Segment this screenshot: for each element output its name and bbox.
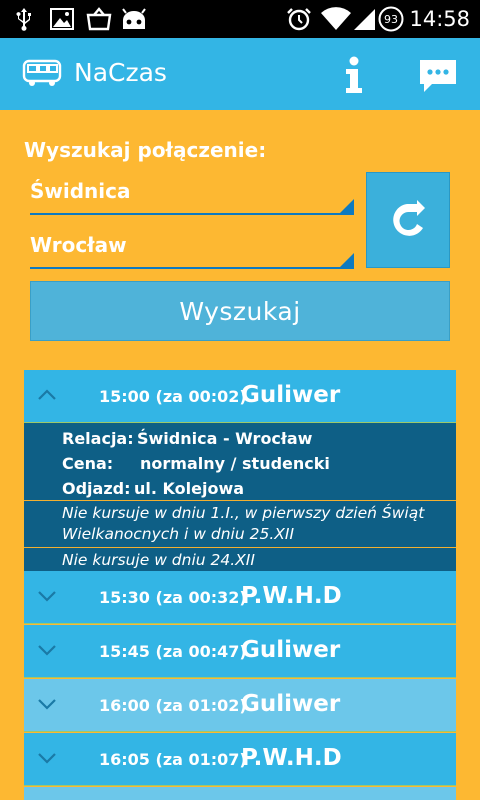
odjazd-label: Odjazd: — [62, 479, 131, 498]
result-details: Relacja: Świdnica - Wrocław Cena: normal… — [24, 423, 456, 571]
details-divider — [24, 547, 456, 548]
carrier-name: P.W.H.D — [241, 745, 342, 771]
from-dropdown-corner — [338, 199, 354, 215]
swap-icon — [387, 198, 429, 242]
usb-icon — [14, 7, 34, 31]
to-value: Wrocław — [30, 233, 127, 257]
relacja-value: Świdnica - Wrocław — [137, 429, 313, 448]
app-title: NaCzas — [74, 58, 167, 87]
chevron-down-icon — [38, 695, 56, 713]
schedule-note: Nie kursuje w dniu 24.XII — [62, 551, 255, 569]
battery-level: 93 — [384, 13, 398, 26]
chevron-down-icon — [38, 749, 56, 767]
to-field[interactable]: Wrocław — [30, 227, 354, 269]
cena-value: normalny / studencki — [140, 454, 330, 473]
action-bar: NaCzas — [0, 38, 480, 110]
to-dropdown-corner — [338, 253, 354, 269]
image-icon — [50, 7, 74, 31]
departure-time: 15:30 (za 00:32) — [99, 588, 247, 607]
result-row[interactable]: 15:30 (za 00:32) P.W.H.D — [24, 571, 456, 624]
from-field[interactable]: Świdnica — [30, 173, 354, 215]
departure-time: 15:45 (za 00:47) — [99, 642, 247, 661]
search-section-label: Wyszukaj połączenie: — [24, 138, 267, 162]
chevron-down-icon — [38, 587, 56, 605]
info-icon[interactable] — [338, 56, 370, 94]
chat-icon[interactable] — [418, 58, 458, 94]
to-underline — [30, 267, 354, 269]
carrier-name: Guliwer — [241, 637, 341, 663]
result-row[interactable]: 15:45 (za 00:47) Guliwer — [24, 625, 456, 678]
departure-time: 16:05 (za 01:07) — [99, 750, 247, 769]
alarm-icon — [286, 7, 312, 31]
schedule-note: Nie kursuje w dniu 1.I., w pierwszy dzie… — [62, 504, 425, 543]
cena-label: Cena: — [62, 454, 114, 473]
result-row[interactable]: 15:00 (za 00:02) Guliwer — [24, 370, 456, 423]
chevron-down-icon — [38, 641, 56, 659]
carrier-name: Guliwer — [241, 691, 341, 717]
search-button[interactable]: Wyszukaj — [30, 281, 450, 341]
details-divider — [24, 500, 456, 501]
departure-time: 15:00 (za 00:02) — [99, 387, 247, 406]
odjazd-value: ul. Kolejowa — [134, 479, 245, 498]
from-underline — [30, 213, 354, 215]
shopping-bag-icon — [86, 7, 112, 31]
from-value: Świdnica — [30, 179, 131, 203]
status-bar: 93 14:58 — [0, 0, 480, 38]
clock: 14:58 — [409, 7, 470, 31]
relacja-label: Relacja: — [62, 429, 134, 448]
carrier-name: P.W.H.D — [241, 583, 342, 609]
bus-icon[interactable] — [22, 58, 62, 92]
wifi-icon — [320, 7, 352, 31]
carrier-name: Guliwer — [241, 382, 341, 408]
signal-icon — [352, 7, 376, 31]
chevron-up-icon — [38, 386, 56, 404]
battery-icon: 93 — [378, 6, 404, 32]
departure-time: 16:00 (za 01:02) — [99, 696, 247, 715]
results-list: 15:00 (za 00:02) Guliwer Relacja: Świdni… — [24, 370, 456, 800]
result-row[interactable] — [24, 787, 456, 800]
search-button-label: Wyszukaj — [179, 296, 301, 326]
result-row[interactable]: 16:05 (za 01:07) P.W.H.D — [24, 733, 456, 786]
swap-button[interactable] — [366, 172, 450, 268]
android-icon — [120, 7, 148, 31]
result-row[interactable]: 16:00 (za 01:02) Guliwer — [24, 679, 456, 732]
